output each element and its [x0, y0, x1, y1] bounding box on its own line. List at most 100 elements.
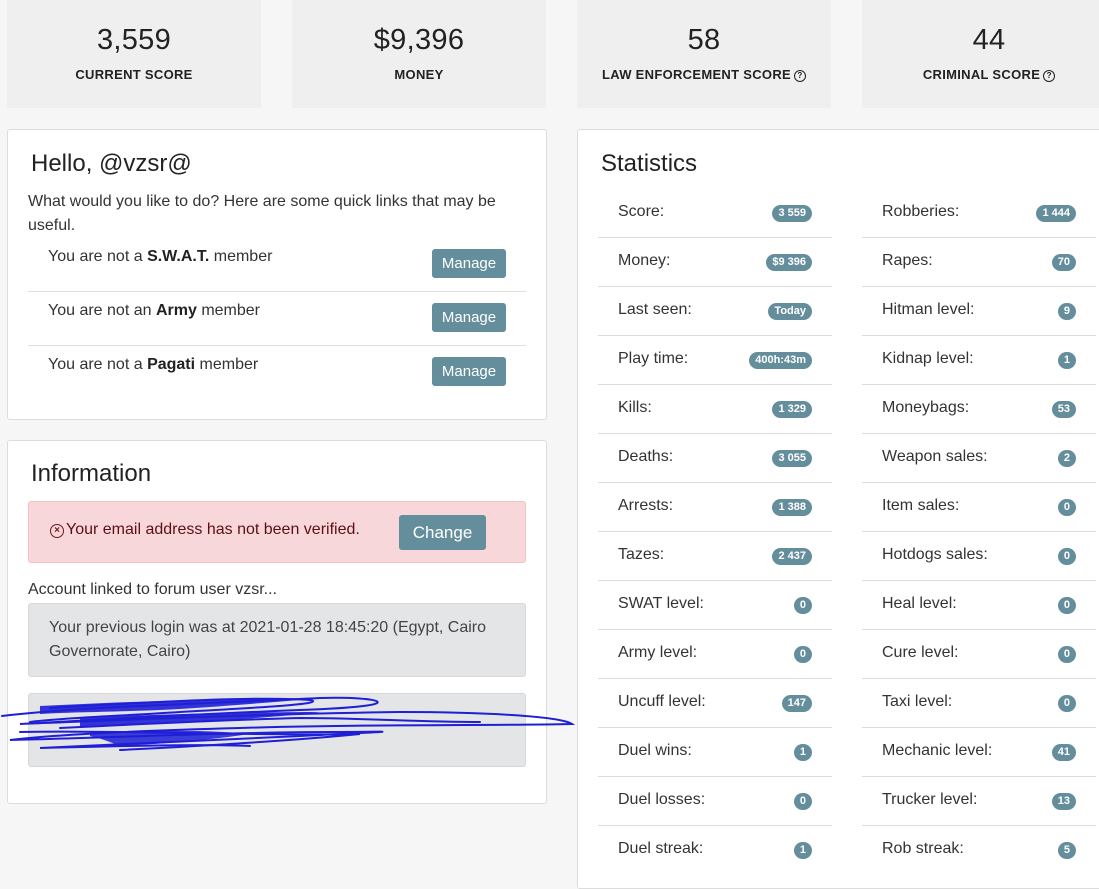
- stat-label: Rapes:: [882, 252, 933, 269]
- stat-badge: 70: [1051, 254, 1076, 271]
- stat-badge: 0: [793, 646, 812, 663]
- summary-value: $9,396: [373, 24, 465, 56]
- help-icon[interactable]: ?: [794, 70, 807, 82]
- stat-badge: 1 388: [772, 499, 812, 516]
- summary-card-law-enforcement: 58 LAW ENFORCEMENT SCORE?: [577, 0, 831, 108]
- membership-group: Army: [155, 302, 197, 319]
- stat-badge: 0: [1057, 597, 1076, 614]
- membership-suffix: member: [199, 356, 259, 373]
- summary-label-wrap: LAW ENFORCEMENT SCORE?: [577, 67, 831, 82]
- hello-title: Hello, @vzsr@: [31, 150, 192, 177]
- membership-text: You are not a S.W.A.T. member: [48, 248, 272, 266]
- summary-label-wrap: CRIMINAL SCORE?: [862, 67, 1099, 82]
- stat-badge: 0: [1057, 695, 1076, 712]
- stat-label: Duel wins:: [618, 742, 692, 759]
- stats-row: Rob streak: 5: [862, 826, 1096, 875]
- stats-row: Hitman level: 9: [862, 287, 1096, 336]
- stats-row: Duel streak: 1: [598, 826, 832, 875]
- membership-text: You are not an Army member: [48, 302, 260, 320]
- stat-label: Play time:: [618, 350, 689, 367]
- stat-label: Moneybags:: [882, 399, 970, 416]
- stat-label: Item sales:: [882, 497, 960, 514]
- stats-row: Taxi level: 0: [862, 679, 1096, 728]
- stat-badge: $9 396: [766, 254, 812, 271]
- previous-login-box: Your previous login was at 2021-01-28 18…: [28, 603, 526, 677]
- manage-swat-button[interactable]: Manage: [432, 249, 506, 278]
- stats-row: Army level: 0: [598, 630, 832, 679]
- stat-label: Army level:: [618, 644, 698, 661]
- stat-badge: 1 444: [1036, 205, 1076, 222]
- membership-row-swat: You are not a S.W.A.T. member Manage: [28, 238, 526, 292]
- manage-pagati-button[interactable]: Manage: [432, 357, 506, 386]
- stat-label: Trucker level:: [882, 791, 978, 808]
- stat-label: Tazes:: [618, 546, 665, 563]
- stat-label: Weapon sales:: [882, 448, 988, 465]
- stats-row: Rapes: 70: [862, 238, 1096, 287]
- stat-badge: 0: [1057, 499, 1076, 516]
- stat-badge: 2: [1057, 450, 1076, 467]
- stats-row: Robberies: 1 444: [862, 189, 1096, 238]
- stat-label: Hitman level:: [882, 301, 975, 318]
- stat-label: Uncuff level:: [618, 693, 706, 710]
- stat-label: Hotdogs sales:: [882, 546, 988, 563]
- stat-label: Robberies:: [882, 203, 960, 220]
- membership-row-pagati: You are not a Pagati member Manage: [28, 346, 526, 400]
- stat-label: Duel streak:: [618, 840, 704, 857]
- stat-label: Money:: [618, 252, 671, 269]
- stats-row: Uncuff level: 147: [598, 679, 832, 728]
- summary-card-criminal: 44 CRIMINAL SCORE?: [862, 0, 1099, 108]
- summary-label: CURRENT SCORE: [75, 67, 193, 82]
- stats-row: Deaths: 3 055: [598, 434, 832, 483]
- stat-badge: 1: [793, 744, 812, 761]
- stat-badge: 41: [1051, 744, 1076, 761]
- stats-row: Play time: 400h:43m: [598, 336, 832, 385]
- membership-suffix: member: [213, 248, 273, 265]
- stat-badge: Today: [768, 303, 812, 320]
- change-email-button[interactable]: Change: [399, 515, 486, 550]
- email-verification-alert: × Your email address has not been verifi…: [28, 501, 526, 563]
- manage-army-button[interactable]: Manage: [432, 303, 506, 332]
- stats-row: Score: 3 559: [598, 189, 832, 238]
- statistics-list-left: Score: 3 559 Money: $9 396 Last seen: Today Pl…: [598, 189, 832, 875]
- stat-badge: 1: [793, 842, 812, 859]
- membership-row-army: You are not an Army member Manage: [28, 292, 526, 346]
- stats-row: Duel wins: 1: [598, 728, 832, 777]
- stats-row: Hotdogs sales: 0: [862, 532, 1096, 581]
- summary-value: 58: [687, 24, 721, 56]
- stat-label: Cure level:: [882, 644, 959, 661]
- summary-label: MONEY: [394, 67, 444, 82]
- stat-badge: 1: [1057, 352, 1076, 369]
- forum-link-text: Account linked to forum user vzsr...: [28, 581, 277, 598]
- stats-row: Kidnap level: 1: [862, 336, 1096, 385]
- stats-row: Moneybags: 53: [862, 385, 1096, 434]
- stat-badge: 3 559: [772, 205, 812, 222]
- stat-label: Mechanic level:: [882, 742, 993, 759]
- stat-badge: 2 437: [772, 548, 812, 565]
- stat-badge: 0: [793, 793, 812, 810]
- stats-row: Cure level: 0: [862, 630, 1096, 679]
- summary-card-money: $9,396 MONEY: [292, 0, 546, 108]
- statistics-title: Statistics: [601, 150, 698, 177]
- intro-text: What would you like to do? Here are some…: [28, 193, 496, 234]
- hello-panel: Hello, @vzsr@ What would you like to do?…: [7, 129, 547, 420]
- stats-row: Duel losses: 0: [598, 777, 832, 826]
- stat-label: Taxi level:: [882, 693, 953, 710]
- stat-label: Rob streak:: [882, 840, 964, 857]
- stats-row: Item sales: 0: [862, 483, 1096, 532]
- stats-row: SWAT level: 0: [598, 581, 832, 630]
- membership-group: S.W.A.T.: [147, 248, 210, 265]
- stat-badge: 0: [1057, 646, 1076, 663]
- help-icon[interactable]: ?: [1043, 70, 1056, 82]
- summary-value: 44: [972, 24, 1006, 56]
- stat-badge: 3 055: [772, 450, 812, 467]
- stat-label: Deaths:: [618, 448, 674, 465]
- stat-label: Arrests:: [618, 497, 674, 514]
- statistics-list-right: Robberies: 1 444 Rapes: 70 Hitman level: 9 Kid…: [862, 189, 1096, 875]
- stat-label: Kills:: [618, 399, 652, 416]
- stats-row: Tazes: 2 437: [598, 532, 832, 581]
- stat-label: Score:: [618, 203, 665, 220]
- stat-label: Duel losses:: [618, 791, 706, 808]
- stats-row: Kills: 1 329: [598, 385, 832, 434]
- summary-label: CRIMINAL SCORE: [922, 67, 1041, 82]
- membership-prefix: You are not a: [48, 248, 143, 265]
